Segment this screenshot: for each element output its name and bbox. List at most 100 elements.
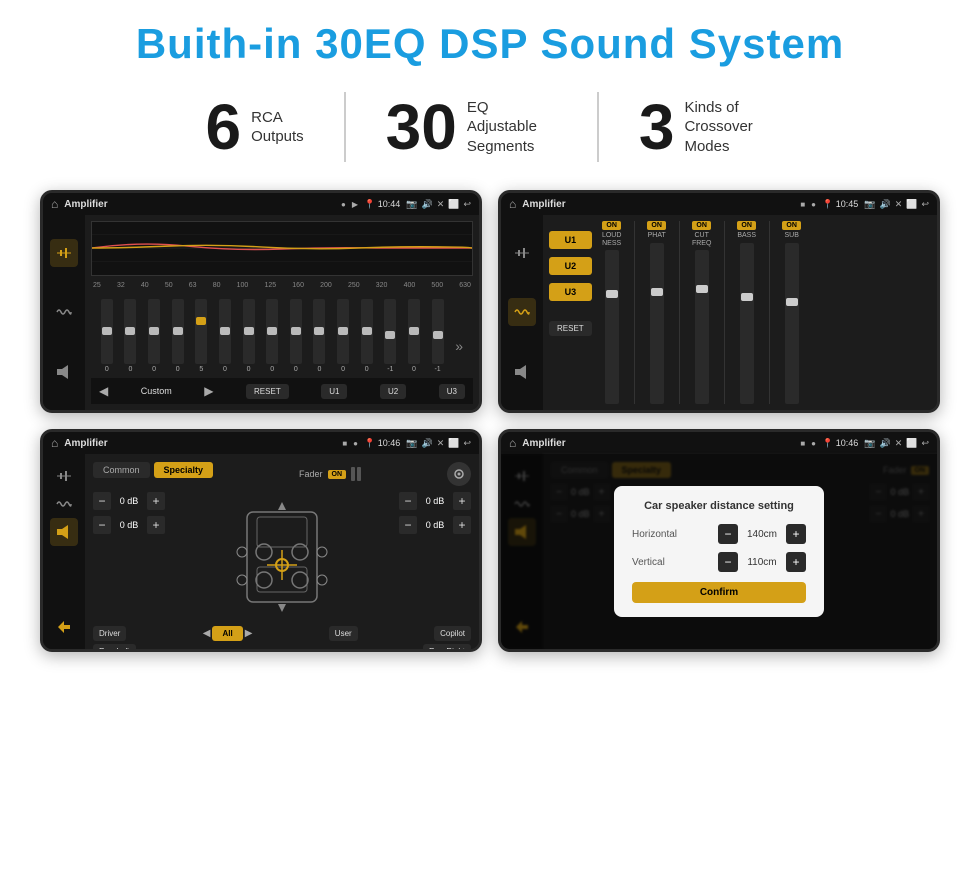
fader-left-arrow[interactable]: ◀: [203, 628, 211, 639]
fader-driver-btn[interactable]: Driver: [93, 626, 126, 641]
eq-val-12: -1: [387, 366, 393, 373]
fader-user-btn[interactable]: User: [329, 626, 358, 641]
fader-db-minus-4[interactable]: −: [399, 516, 417, 534]
eq-slider-10[interactable]: 0: [337, 299, 349, 373]
eq-u2-btn[interactable]: U2: [380, 384, 406, 399]
eq-slider-2[interactable]: 0: [148, 299, 160, 373]
eq-icon-eq[interactable]: [50, 239, 78, 267]
channel-loudness: ON LOUDNESS: [598, 221, 626, 404]
eq-slider-14[interactable]: -1: [432, 299, 444, 373]
fader-all-btn[interactable]: All: [212, 626, 242, 641]
fader-area: − 0 dB + − 0 dB +: [93, 492, 471, 622]
fader-db-minus-2[interactable]: −: [93, 516, 111, 534]
distance-status-icons: 📷 🔊 ✕ ⬜ ↩: [864, 438, 929, 449]
crossover-icon-eq[interactable]: [508, 239, 536, 267]
eq-slider-3[interactable]: 0: [172, 299, 184, 373]
eq-slider-5[interactable]: 0: [219, 299, 231, 373]
eq-slider-12[interactable]: -1: [384, 299, 396, 373]
eq-prev-icon[interactable]: ◀: [99, 384, 108, 398]
fader-settings-icon[interactable]: [447, 462, 471, 486]
eq-u3-btn[interactable]: U3: [439, 384, 465, 399]
dialog-horizontal-plus[interactable]: +: [786, 524, 806, 544]
sub-on-btn[interactable]: ON: [782, 221, 801, 230]
eq-u1-btn[interactable]: U1: [321, 384, 347, 399]
freq-400: 400: [404, 282, 416, 289]
phat-on-btn[interactable]: ON: [647, 221, 666, 230]
phat-slider[interactable]: [650, 243, 664, 404]
eq-slider-8[interactable]: 0: [290, 299, 302, 373]
eq-slider-4[interactable]: 5: [195, 299, 207, 373]
eq-slider-7[interactable]: 0: [266, 299, 278, 373]
dialog-title: Car speaker distance setting: [632, 500, 806, 512]
fader-sliders-mini: [351, 467, 361, 481]
crossover-time: 📍 10:45: [822, 199, 858, 210]
crossover-icon-wave[interactable]: [508, 298, 536, 326]
cutfreq-on-btn[interactable]: ON: [692, 221, 711, 230]
fader-main-content: Common Specialty Fader ON: [85, 454, 479, 649]
fader-status-bar: ⌂ Amplifier ■ ● 📍 10:46 📷 🔊 ✕ ⬜ ↩: [43, 432, 479, 454]
eq-icon-speaker[interactable]: [50, 358, 78, 386]
dialog-vertical-value: 110cm: [742, 557, 782, 568]
bass-on-btn[interactable]: ON: [737, 221, 756, 230]
freq-200: 200: [320, 282, 332, 289]
crossover-u2-btn[interactable]: U2: [549, 257, 592, 275]
crossover-reset-btn[interactable]: RESET: [549, 321, 592, 336]
back-icon: ↩: [463, 199, 471, 210]
distance-time: 📍 10:46: [822, 438, 858, 449]
eq-expand-icon[interactable]: »: [455, 318, 463, 354]
freq-100: 100: [237, 282, 249, 289]
crossover-icon-speaker[interactable]: [508, 358, 536, 386]
dialog-confirm-btn[interactable]: Confirm: [632, 582, 806, 603]
dialog-horizontal-value: 140cm: [742, 529, 782, 540]
fader-dot: ■: [342, 439, 347, 448]
crossover-screen-content: U1 U2 U3 RESET ON LOUDNESS: [501, 215, 937, 410]
fader-icon-wave[interactable]: [50, 490, 78, 518]
fader-icon-eq[interactable]: [50, 462, 78, 490]
dialog-vertical-minus[interactable]: −: [718, 552, 738, 572]
loudness-slider[interactable]: [605, 250, 619, 404]
crossover-u1-btn[interactable]: U1: [549, 231, 592, 249]
distance-home-icon: ⌂: [509, 436, 516, 450]
fader-db-plus-3[interactable]: +: [453, 492, 471, 510]
bass-slider[interactable]: [740, 243, 754, 404]
crossover-u3-btn[interactable]: U3: [549, 283, 592, 301]
eq-slider-9[interactable]: 0: [313, 299, 325, 373]
fader-bottom-buttons: Driver ◀ All ▶ User Copilot: [93, 626, 471, 641]
dialog-vertical-plus[interactable]: +: [786, 552, 806, 572]
fader-tab-common[interactable]: Common: [93, 462, 150, 478]
eq-next-icon[interactable]: ▶: [204, 384, 213, 398]
freq-630: 630: [459, 282, 471, 289]
fader-close-icon: ✕: [437, 438, 445, 449]
fader-db-plus-1[interactable]: +: [147, 492, 165, 510]
fader-db-plus-2[interactable]: +: [147, 516, 165, 534]
eq-slider-13[interactable]: 0: [408, 299, 420, 373]
loudness-on-btn[interactable]: ON: [602, 221, 621, 230]
fader-copilot-btn[interactable]: Copilot: [434, 626, 471, 641]
fader-right-arrow[interactable]: ▶: [245, 628, 253, 639]
fader-tab-specialty[interactable]: Specialty: [154, 462, 214, 478]
fader-icon-speaker[interactable]: [50, 518, 78, 546]
fader-db-minus-3[interactable]: −: [399, 492, 417, 510]
eq-slider-0[interactable]: 0: [101, 299, 113, 373]
fader-rearleft-btn[interactable]: RearLeft: [93, 644, 136, 652]
eq-val-4: 5: [199, 366, 203, 373]
fader-db-plus-4[interactable]: +: [453, 516, 471, 534]
cutfreq-slider[interactable]: [695, 250, 709, 404]
eq-slider-6[interactable]: 0: [243, 299, 255, 373]
eq-slider-11[interactable]: 0: [361, 299, 373, 373]
fader-db-minus-1[interactable]: −: [93, 492, 111, 510]
eq-slider-1[interactable]: 0: [124, 299, 136, 373]
dialog-horizontal-minus[interactable]: −: [718, 524, 738, 544]
freq-125: 125: [264, 282, 276, 289]
stat-number-eq: 30: [386, 95, 457, 159]
freq-50: 50: [165, 282, 173, 289]
dialog-horizontal-label: Horizontal: [632, 529, 692, 540]
fader-icon-expand[interactable]: [50, 613, 78, 641]
eq-val-9: 0: [317, 366, 321, 373]
sub-slider[interactable]: [785, 243, 799, 404]
volume-icon: 🔊: [421, 199, 432, 210]
fader-db-control-1: − 0 dB +: [93, 492, 165, 510]
eq-icon-wave[interactable]: [50, 298, 78, 326]
eq-reset-btn[interactable]: RESET: [246, 384, 289, 399]
fader-rearright-btn[interactable]: RearRight: [423, 644, 471, 652]
